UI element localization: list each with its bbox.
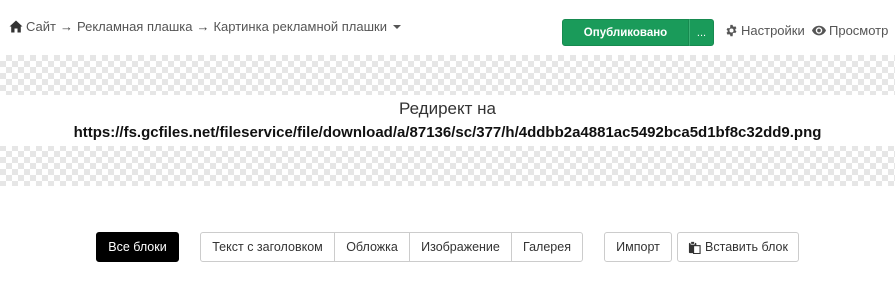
category-gallery-button[interactable]: Галерея xyxy=(511,232,583,262)
breadcrumb-item-current-page[interactable]: Картинка рекламной плашки xyxy=(213,19,387,34)
breadcrumb-item-site[interactable]: Сайт xyxy=(26,19,56,34)
import-button[interactable]: Импорт xyxy=(604,232,672,262)
publish-button-group: Опубликовано ... xyxy=(562,19,714,46)
breadcrumb-separator: → xyxy=(59,19,73,34)
gear-icon xyxy=(726,24,737,37)
breadcrumb-separator: → xyxy=(196,19,210,34)
category-text-with-heading-button[interactable]: Текст с заголовком xyxy=(200,232,335,262)
top-bar: Сайт → Рекламная плашка → Картинка рекла… xyxy=(0,0,895,55)
home-icon[interactable] xyxy=(9,20,23,33)
preview-link[interactable]: Просмотр xyxy=(812,23,888,38)
category-image-button[interactable]: Изображение xyxy=(409,232,512,262)
all-blocks-button[interactable]: Все блоки xyxy=(96,232,179,262)
paste-block-button[interactable]: Вставить блок xyxy=(677,232,799,262)
publish-options-button[interactable]: ... xyxy=(689,19,714,46)
category-cover-button[interactable]: Обложка xyxy=(334,232,410,262)
paste-block-label: Вставить блок xyxy=(705,240,788,254)
clipboard-icon xyxy=(688,240,701,254)
settings-link[interactable]: Настройки xyxy=(725,23,805,38)
caret-down-icon[interactable] xyxy=(392,24,401,29)
breadcrumb-item-ad-banner[interactable]: Рекламная плашка xyxy=(77,19,192,34)
redirect-url[interactable]: https://fs.gcfiles.net/fileservice/file/… xyxy=(0,124,895,141)
redirect-title: Редирект на xyxy=(399,99,496,118)
settings-label: Настройки xyxy=(741,23,805,38)
published-status-button[interactable]: Опубликовано xyxy=(562,19,689,46)
eye-icon xyxy=(812,25,826,36)
breadcrumb: Сайт → Рекламная плашка → Картинка рекла… xyxy=(9,19,401,34)
preview-label: Просмотр xyxy=(829,23,889,38)
